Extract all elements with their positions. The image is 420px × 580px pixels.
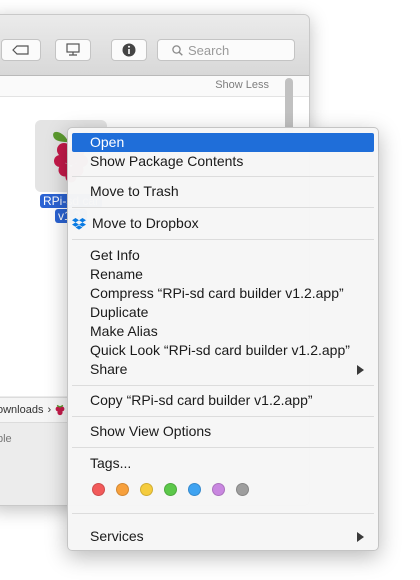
search-field[interactable]: Search — [157, 39, 295, 61]
menu-item-rename[interactable]: Rename — [72, 265, 374, 284]
path-downloads[interactable]: ownloads — [0, 404, 43, 416]
tag-dot-orange[interactable] — [116, 483, 129, 496]
services-label: Services — [90, 528, 144, 544]
menu-item-show-package-contents[interactable]: Show Package Contents — [72, 152, 374, 171]
menu-item-duplicate[interactable]: Duplicate — [72, 303, 374, 322]
menu-item-get-info[interactable]: Get Info — [72, 246, 374, 265]
menu-item-make-alias[interactable]: Make Alias — [72, 322, 374, 341]
menu-item-copy[interactable]: Copy “RPi-sd card builder v1.2.app” — [72, 391, 374, 410]
status-bar: ble — [0, 433, 12, 445]
menu-separator — [72, 447, 374, 448]
share-button[interactable] — [55, 39, 91, 61]
menu-separator — [72, 207, 374, 208]
submenu-arrow-icon — [357, 365, 364, 375]
search-placeholder: Search — [188, 42, 230, 58]
dropbox-icon — [72, 218, 86, 230]
menu-item-quick-look[interactable]: Quick Look “RPi-sd card builder v1.2.app… — [72, 341, 374, 360]
search-icon — [172, 44, 183, 56]
tag-icon — [12, 45, 29, 55]
menu-separator — [72, 239, 374, 240]
tag-dot-red[interactable] — [92, 483, 105, 496]
menu-separator — [72, 416, 374, 417]
path-separator: › — [47, 404, 52, 416]
menu-item-share[interactable]: Share — [72, 360, 374, 379]
tag-dot-green[interactable] — [164, 483, 177, 496]
menu-separator — [72, 513, 374, 514]
tag-dot-purple[interactable] — [212, 483, 225, 496]
context-menu: Open Show Package Contents Move to Trash… — [67, 127, 379, 551]
menu-item-open[interactable]: Open — [72, 133, 374, 152]
menu-item-tags[interactable]: Tags... — [72, 454, 374, 473]
tag-dot-yellow[interactable] — [140, 483, 153, 496]
tag-dot-blue[interactable] — [188, 483, 201, 496]
submenu-arrow-icon — [357, 532, 364, 542]
share-label: Share — [90, 361, 128, 377]
menu-item-show-view-options[interactable]: Show View Options — [72, 422, 374, 441]
show-less-link[interactable]: Show Less — [215, 79, 269, 91]
section-header: Show Less — [0, 76, 309, 97]
menu-item-move-to-dropbox[interactable]: Move to Dropbox — [72, 214, 374, 233]
tag-dot-gray[interactable] — [236, 483, 249, 496]
menu-item-compress[interactable]: Compress “RPi-sd card builder v1.2.app” — [72, 284, 374, 303]
menu-separator — [72, 176, 374, 177]
menu-item-move-to-trash[interactable]: Move to Trash — [72, 182, 374, 201]
menu-item-services[interactable]: Services — [72, 527, 374, 546]
menu-separator — [72, 385, 374, 386]
dropbox-label: Move to Dropbox — [92, 215, 199, 231]
info-icon — [122, 43, 136, 57]
raspberry-small-icon — [55, 404, 65, 416]
share-icon — [66, 43, 80, 56]
finder-toolbar: Search — [0, 15, 309, 76]
info-button[interactable] — [111, 39, 147, 61]
tag-button[interactable] — [1, 39, 41, 61]
